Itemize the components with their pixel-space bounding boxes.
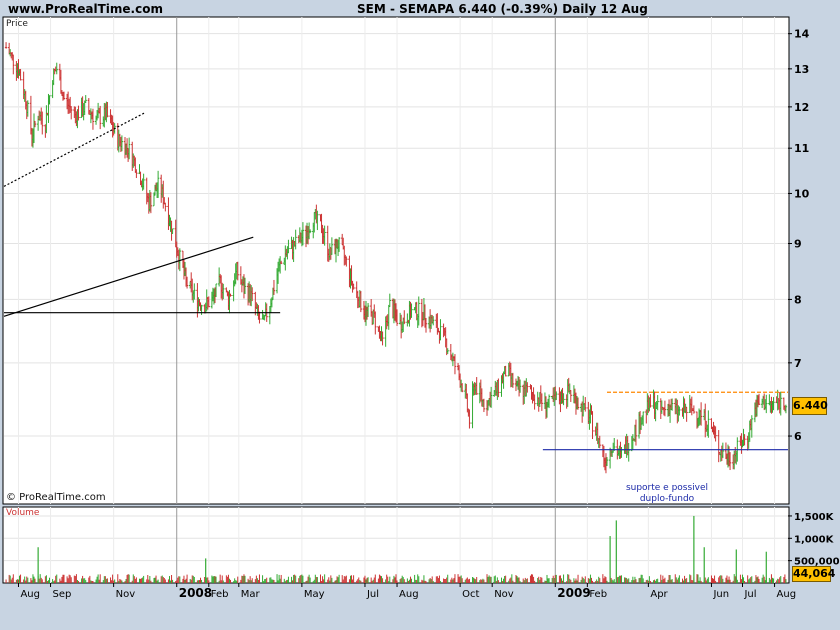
annotation-line-1: suporte e possivel [625, 483, 709, 493]
price-tick-label: 10 [794, 187, 810, 200]
x-tick-label: Aug [399, 589, 419, 600]
price-tick-label: 11 [794, 142, 809, 155]
x-tick-label: May [304, 589, 325, 600]
site-name[interactable]: www.ProRealTime.com [8, 2, 163, 16]
x-tick-label: Mar [241, 589, 261, 600]
x-tick-label: Jul [366, 589, 379, 600]
price-tick-label: 9 [794, 237, 802, 250]
support-annotation: suporte e possivel duplo-fundo [608, 483, 726, 505]
volume-panel [2, 506, 790, 584]
price-tick-label: 6 [794, 430, 802, 443]
x-tick-label: Jun [712, 589, 729, 600]
volume-tick-label: 1,500K [794, 512, 835, 523]
price-tick-label: 14 [794, 28, 810, 41]
x-tick-label: Jul [743, 589, 756, 600]
price-panel-label: Price [6, 19, 28, 29]
x-tick-label: 2008 [179, 586, 212, 600]
x-tick-label: Nov [494, 589, 514, 600]
x-tick-label: Aug [777, 589, 797, 600]
copyright-label: © ProRealTime.com [6, 492, 106, 503]
price-panel [2, 16, 790, 505]
x-tick-label: Sep [53, 589, 72, 600]
x-tick-label: Nov [116, 589, 136, 600]
x-tick-label: Feb [589, 589, 607, 600]
annotation-line-2: duplo-fundo [639, 494, 695, 504]
last-volume-badge: 44,064 [792, 566, 836, 582]
x-tick-label: Aug [20, 589, 40, 600]
volume-panel-label: Volume [6, 508, 40, 518]
price-tick-label: 13 [794, 63, 809, 76]
x-tick-label: Apr [650, 589, 668, 600]
x-tick-label: Oct [462, 589, 479, 600]
x-tick-label: Feb [211, 589, 229, 600]
chart-title: SEM - SEMAPA 6.440 (-0.39%) Daily 12 Aug [357, 2, 648, 16]
price-tick-label: 8 [794, 293, 802, 306]
x-tick-label: 2009 [557, 586, 590, 600]
price-volume-chart: 67891011121314500,0001,000K1,500K Aug Sep… [2, 16, 840, 600]
volume-tick-label: 1,000K [794, 534, 835, 545]
last-price-badge: 6.440 [792, 397, 828, 415]
price-tick-label: 7 [794, 357, 802, 370]
price-tick-label: 12 [794, 101, 809, 114]
